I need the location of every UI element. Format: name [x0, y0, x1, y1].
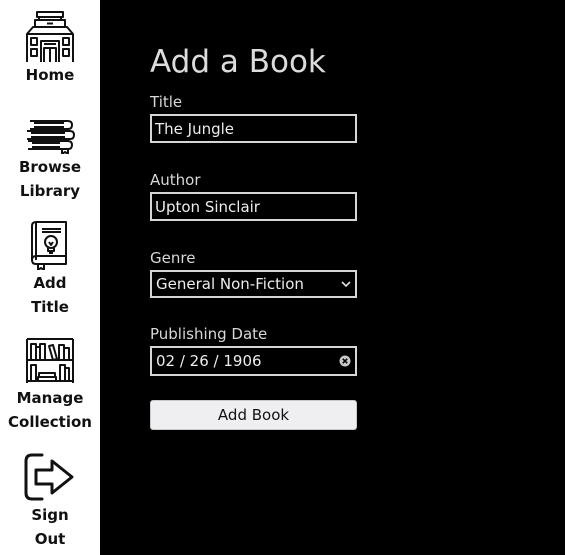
publishing-date-field[interactable]: 02 / 26 / 1906: [150, 346, 357, 376]
page-title: Add a Book: [150, 44, 326, 80]
sign-out-icon: [24, 453, 74, 501]
sidebar-item-label: Browse Library: [18, 158, 82, 200]
sidebar-item-sign-out[interactable]: Sign Out: [0, 452, 100, 551]
sidebar-item-add-title[interactable]: Add Title: [0, 220, 100, 319]
author-label: Author: [150, 171, 201, 189]
publishing-date-label: Publishing Date: [150, 325, 268, 343]
genre-select[interactable]: General Non-Fiction: [150, 270, 357, 298]
clear-circle-icon[interactable]: [339, 355, 351, 367]
sidebar-item-label: Add Title: [31, 274, 69, 316]
genre-selected-value: General Non-Fiction: [156, 275, 304, 293]
sidebar-item-label: Sign Out: [31, 506, 69, 548]
add-book-button[interactable]: Add Book: [150, 400, 357, 430]
publishing-date-value: 02 / 26 / 1906: [156, 352, 262, 370]
author-field[interactable]: [150, 192, 357, 221]
title-label: Title: [150, 93, 183, 111]
sidebar-item-label: Home: [25, 66, 75, 84]
sidebar: Home Browse Library Add Title Manage Col…: [0, 0, 100, 555]
genre-label: Genre: [150, 249, 196, 267]
title-field[interactable]: [150, 114, 357, 143]
sidebar-item-browse-library[interactable]: Browse Library: [0, 118, 100, 203]
sidebar-item-label: Manage Collection: [8, 389, 92, 431]
chevron-down-icon: [341, 281, 351, 288]
lightbulb-book-icon: [31, 221, 67, 270]
sidebar-item-home[interactable]: Home: [0, 10, 100, 87]
sidebar-item-manage-collection[interactable]: Manage Collection: [0, 337, 100, 434]
main-content: Add a Book Title Author Genre General No…: [100, 0, 565, 555]
book-stack-icon: [27, 120, 75, 154]
library-building-icon: [26, 11, 74, 62]
bookshelf-icon: [26, 338, 74, 383]
